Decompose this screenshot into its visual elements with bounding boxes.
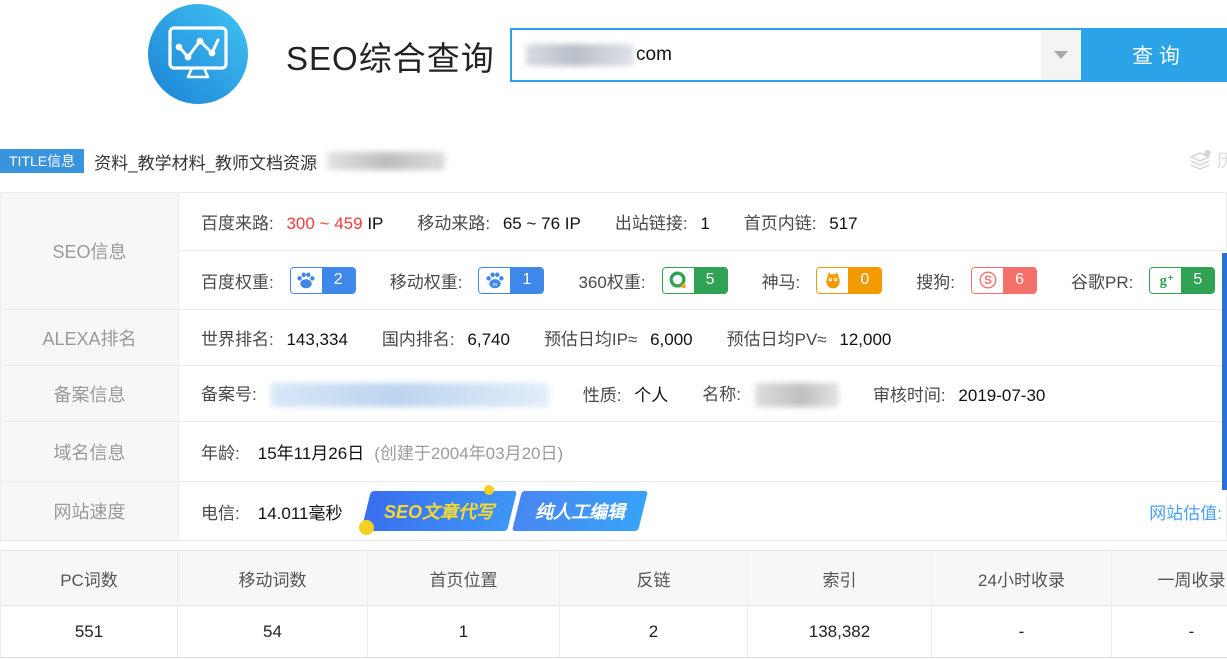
- value-pc-words: 551: [0, 606, 178, 658]
- header-homepage-position: 首页位置: [368, 550, 560, 606]
- estimated-daily-pv: 预估日均PV≈ 12,000: [727, 325, 892, 350]
- search-bar: com 查 询: [510, 28, 1227, 82]
- row-label-seo: SEO信息: [1, 193, 179, 309]
- seo-traffic-line: 百度来路: 300 ~ 459 IP 移动来路: 65 ~ 76 IP 出站链接…: [179, 193, 1226, 251]
- domain-age-label: 年龄:: [201, 439, 240, 464]
- title-badge: TITLE信息: [0, 149, 84, 173]
- row-beian: 备案信息 备案号: 性质: 个人 名称: 审核时间: 2019-07-30: [1, 366, 1226, 422]
- beian-name-blurred: [755, 383, 839, 407]
- row-speed: 网站速度 电信: 14.011毫秒 SEO文章代写 纯人工编辑 网站估值:: [1, 482, 1226, 540]
- monitor-chart-icon: [146, 2, 250, 106]
- history-button[interactable]: 历: [1188, 147, 1227, 173]
- shenma-weight-badge[interactable]: 0: [816, 267, 882, 294]
- row-alexa: ALEXA排名 世界排名: 143,334 国内排名: 6,740 预估日均IP…: [1, 310, 1226, 366]
- beian-number: 备案号:: [201, 380, 549, 408]
- domain-created: (创建于2004年03月20日): [374, 439, 563, 464]
- shenma-weight: 神马: 0: [762, 267, 883, 294]
- domestic-rank: 国内排名: 6,740: [382, 325, 510, 350]
- header-pc-words: PC词数: [0, 550, 178, 606]
- header-index: 索引: [748, 550, 932, 606]
- history-label: 历: [1217, 147, 1227, 173]
- svg-text:g: g: [1160, 273, 1168, 289]
- site-title-blurred: [327, 152, 445, 170]
- query-button[interactable]: 查 询: [1083, 28, 1227, 82]
- shenma-owl-icon: [817, 268, 848, 293]
- title-bar: TITLE信息 资料_教学材料_教师文档资源 历: [0, 144, 1227, 178]
- row-label-domain: 域名信息: [1, 422, 179, 481]
- outbound-links: 出站链接: 1: [615, 209, 710, 234]
- search-input[interactable]: com: [510, 28, 1083, 82]
- world-rank: 世界排名: 143,334: [201, 325, 348, 350]
- seo-info-table: SEO信息 百度来路: 300 ~ 459 IP 移动来路: 65 ~ 76 I…: [0, 192, 1227, 541]
- keyword-stats-table: PC词数 移动词数 首页位置 反链 索引 24小时收录 一周收录 551 54 …: [0, 550, 1227, 658]
- row-seo-info: SEO信息 百度来路: 300 ~ 459 IP 移动来路: 65 ~ 76 I…: [1, 193, 1226, 310]
- site-valuation-link[interactable]: 网站估值:: [1149, 499, 1222, 524]
- ad-banner[interactable]: SEO文章代写 纯人工编辑: [366, 491, 643, 531]
- value-mobile-words: 54: [178, 606, 368, 658]
- homepage-internal-links: 首页内链: 517: [744, 209, 858, 234]
- chevron-down-icon: [1054, 51, 1068, 59]
- mobile-weight: 移动权重: m 1: [390, 267, 545, 294]
- svg-text:m: m: [493, 282, 498, 288]
- baidu-paw-icon: [291, 268, 322, 293]
- domain-blurred: [526, 44, 634, 66]
- domain-age: 15年11月26日: [258, 439, 364, 464]
- stats-header-row: PC词数 移动词数 首页位置 反链 索引 24小时收录 一周收录: [0, 550, 1227, 606]
- 360-logo-icon: [663, 268, 694, 293]
- baidu-weight: 百度权重: 2: [201, 267, 356, 294]
- telecom-label: 电信:: [201, 499, 240, 524]
- beian-audit-time: 审核时间: 2019-07-30: [873, 381, 1045, 406]
- seo-weights-line: 百度权重: 2 移动权重: m 1: [179, 251, 1226, 309]
- baidu-traffic: 百度来路: 300 ~ 459 IP: [201, 209, 383, 234]
- app-logo: [146, 2, 250, 106]
- header-backlinks: 反链: [560, 550, 748, 606]
- beian-number-blurred[interactable]: [271, 383, 549, 407]
- header: SEO综合查询 com 查 询: [0, 0, 1227, 112]
- stats-value-row: 551 54 1 2 138,382 - -: [0, 606, 1227, 658]
- row-label-beian: 备案信息: [1, 366, 179, 421]
- telecom-value: 14.011毫秒: [258, 499, 343, 524]
- ad-dot-icon: [359, 520, 374, 535]
- baidu-mobile-paw-icon: m: [479, 268, 510, 293]
- header-week-collect: 一周收录: [1112, 550, 1227, 606]
- value-24h-collect: -: [932, 606, 1112, 658]
- site-title: 资料_教学材料_教师文档资源: [94, 149, 317, 174]
- value-backlinks: 2: [560, 606, 748, 658]
- value-index: 138,382: [748, 606, 932, 658]
- layers-icon: [1188, 148, 1212, 172]
- sogou-weight-badge[interactable]: S 6: [971, 267, 1037, 294]
- row-label-alexa: ALEXA排名: [1, 310, 179, 365]
- header-24h-collect: 24小时收录: [932, 550, 1112, 606]
- estimated-daily-ip: 预估日均IP≈ 6,000: [544, 325, 693, 350]
- mobile-weight-badge[interactable]: m 1: [478, 267, 544, 294]
- ad-banner-left: SEO文章代写: [361, 491, 517, 531]
- ad-banner-right: 纯人工编辑: [512, 491, 648, 531]
- row-label-speed: 网站速度: [1, 482, 179, 540]
- row-domain: 域名信息 年龄: 15年11月26日 (创建于2004年03月20日): [1, 422, 1226, 482]
- baidu-weight-badge[interactable]: 2: [290, 267, 356, 294]
- domain-text: com: [636, 44, 672, 66]
- svg-text:+: +: [1168, 272, 1173, 282]
- beian-nature: 性质: 个人: [583, 381, 668, 406]
- sogou-weight: 搜狗: S 6: [916, 267, 1037, 294]
- google-pr: 谷歌PR: g+ 5: [1071, 267, 1215, 294]
- right-edge-scrollbar[interactable]: [1222, 253, 1227, 490]
- value-homepage-position: 1: [368, 606, 560, 658]
- sogou-logo-icon: S: [972, 268, 1003, 293]
- header-mobile-words: 移动词数: [178, 550, 368, 606]
- google-plus-icon: g+: [1150, 268, 1181, 293]
- svg-text:S: S: [984, 273, 992, 287]
- beian-name: 名称:: [702, 380, 839, 408]
- mobile-traffic: 移动来路: 65 ~ 76 IP: [417, 209, 580, 234]
- weight-360-badge[interactable]: 5: [662, 267, 728, 294]
- value-week-collect: -: [1112, 606, 1227, 658]
- page-title: SEO综合查询: [286, 32, 495, 80]
- dropdown-toggle[interactable]: [1041, 30, 1081, 80]
- google-pr-badge[interactable]: g+ 5: [1149, 267, 1215, 294]
- weight-360: 360权重: 5: [578, 267, 727, 294]
